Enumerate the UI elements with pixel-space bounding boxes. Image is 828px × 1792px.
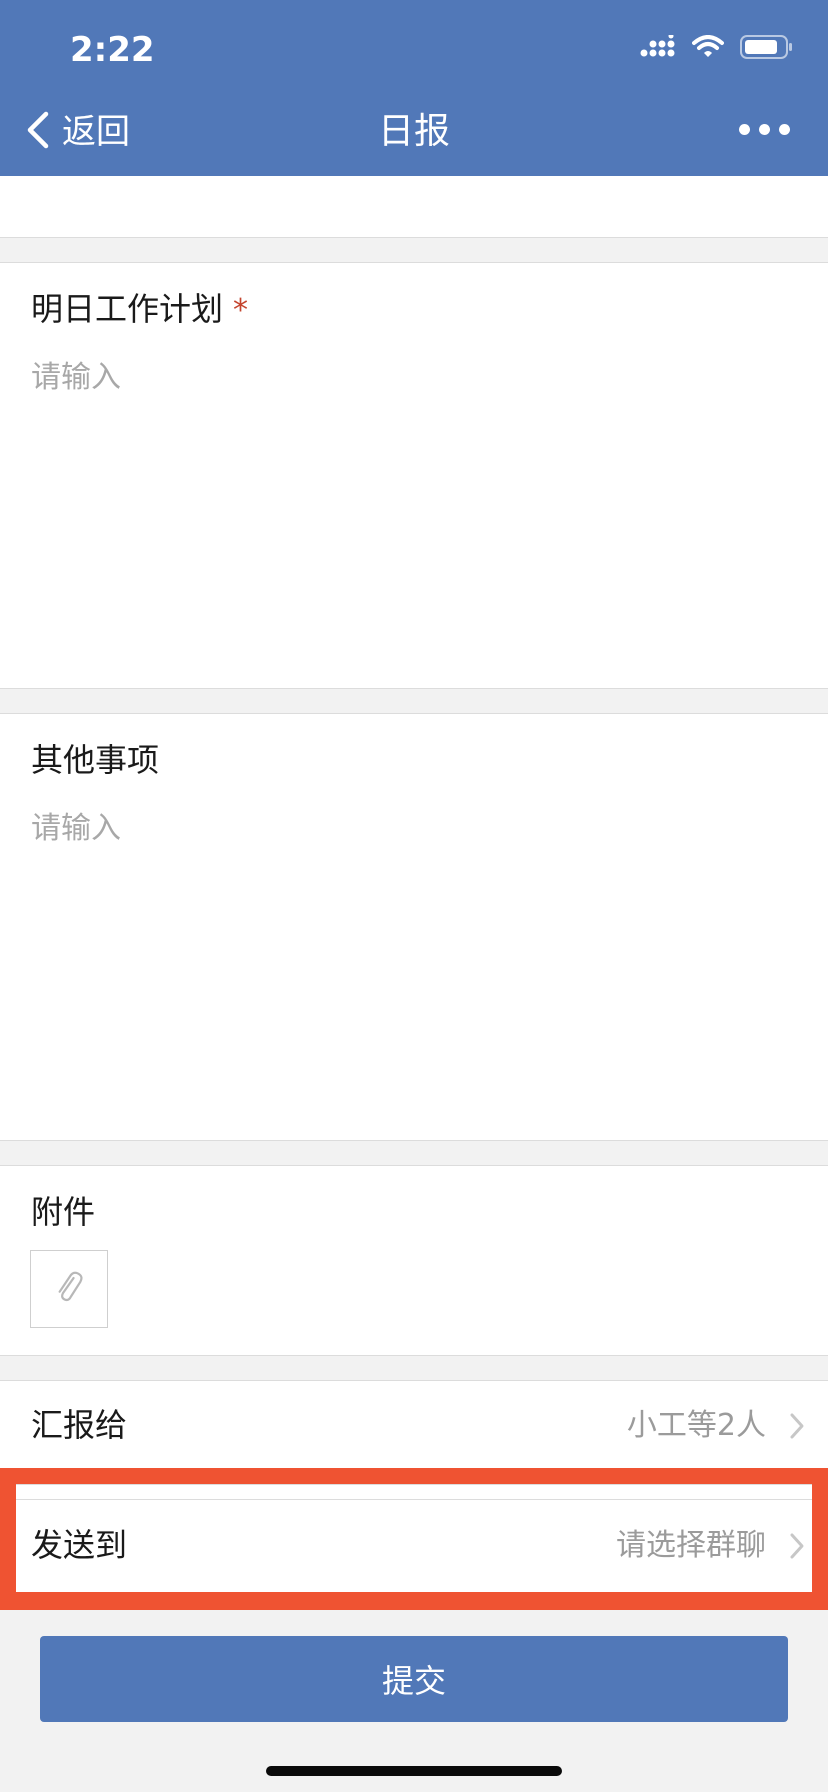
page-title: 日报 xyxy=(377,111,450,152)
nav-bar: 2:22 返回 日报 xyxy=(0,0,828,176)
tomorrow-plan-label-text: 明日工作计划 xyxy=(31,290,224,328)
send-to-label: 发送到 xyxy=(31,1526,128,1564)
add-attachment-button[interactable] xyxy=(30,1250,108,1328)
tomorrow-plan-input[interactable]: 请输入 xyxy=(31,358,121,398)
home-indicator[interactable] xyxy=(266,1766,562,1776)
signal-icon xyxy=(640,33,676,63)
report-to-value: 小工等2人 xyxy=(626,1408,766,1443)
battery-icon xyxy=(740,34,794,64)
report-to-row[interactable]: 汇报给 小工等2人 xyxy=(0,1380,828,1470)
status-icons xyxy=(640,33,794,64)
other-items-input[interactable]: 请输入 xyxy=(31,809,121,849)
send-to-highlight: 发送到 请选择群聊 xyxy=(0,1468,828,1610)
other-items-card[interactable]: 其他事项 请输入 xyxy=(0,713,828,1141)
report-to-label: 汇报给 xyxy=(31,1406,128,1444)
more-dot-icon xyxy=(779,124,790,135)
status-time: 2:22 xyxy=(70,30,155,70)
chevron-right-icon xyxy=(788,1411,806,1445)
wifi-icon xyxy=(692,35,724,63)
previous-field-card xyxy=(0,176,828,238)
tomorrow-plan-label: 明日工作计划 * xyxy=(31,289,248,331)
other-items-label: 其他事项 xyxy=(31,741,160,779)
attachment-label: 附件 xyxy=(31,1193,96,1231)
more-dot-icon xyxy=(739,124,750,135)
chevron-right-icon xyxy=(788,1531,806,1565)
attachment-card: 附件 xyxy=(0,1165,828,1356)
row-divider xyxy=(16,1499,812,1500)
send-to-row[interactable]: 发送到 请选择群聊 xyxy=(16,1484,812,1592)
more-dot-icon xyxy=(759,124,770,135)
more-menu-button[interactable] xyxy=(739,124,790,135)
submit-button[interactable]: 提交 xyxy=(40,1636,788,1722)
required-mark: * xyxy=(233,293,249,328)
tomorrow-plan-card[interactable]: 明日工作计划 * 请输入 xyxy=(0,262,828,689)
send-to-value: 请选择群聊 xyxy=(616,1528,766,1563)
paperclip-icon xyxy=(49,1267,89,1311)
